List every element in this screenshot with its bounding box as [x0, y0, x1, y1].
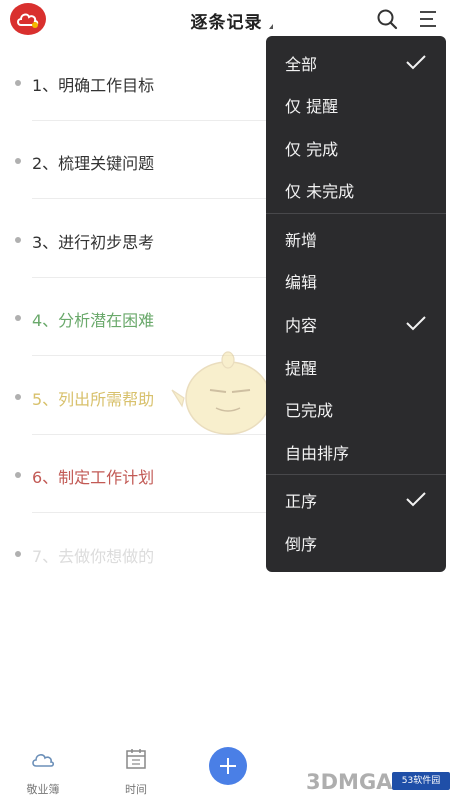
title-dropdown-caret-icon[interactable] — [269, 24, 273, 29]
menu-item-reminder[interactable]: 提醒 — [266, 346, 446, 386]
divider — [32, 277, 272, 278]
bullet-icon — [15, 80, 21, 86]
menu-item-label: 自由排序 — [285, 444, 350, 463]
mascot-watermark-icon — [171, 351, 271, 435]
bullet-icon — [15, 158, 21, 164]
list-item-text: 6、制定工作计划 — [32, 468, 155, 487]
nav-label: 敬业簿 — [26, 783, 60, 796]
cloud-icon — [32, 754, 55, 767]
menu-item-label: 正序 — [285, 492, 318, 511]
divider — [32, 120, 272, 121]
check-icon — [406, 492, 426, 507]
check-icon — [406, 55, 426, 70]
list-item-text: 5、列出所需帮助 — [32, 390, 155, 409]
bullet-icon — [15, 315, 21, 321]
menu-item-label: 倒序 — [285, 535, 318, 554]
menu-item-label: 编辑 — [285, 273, 318, 292]
menu-item-completed[interactable]: 已完成 — [266, 388, 446, 428]
list-item-text: 2、梳理关键问题 — [32, 154, 155, 173]
add-button[interactable] — [209, 747, 247, 785]
menu-separator — [266, 474, 446, 475]
menu-item-reminder-only[interactable]: 仅 提醒 — [266, 84, 446, 124]
menu-item-free-sort[interactable]: 自由排序 — [266, 431, 446, 471]
menu-item-label: 仅 未完成 — [285, 182, 355, 201]
bullet-icon — [15, 237, 21, 243]
menu-item-ascending[interactable]: 正序 — [266, 479, 446, 519]
menu-item-descending[interactable]: 倒序 — [266, 522, 446, 562]
watermark-53: 53软件园 — [392, 772, 450, 790]
header: 逐条记录 — [0, 0, 453, 40]
menu-item-edit[interactable]: 编辑 — [266, 260, 446, 300]
check-icon — [406, 316, 426, 331]
menu-item-label: 全部 — [285, 55, 318, 74]
menu-item-label: 仅 完成 — [285, 140, 339, 159]
list-item-text: 3、进行初步思考 — [32, 233, 155, 252]
menu-item-label: 新增 — [285, 231, 318, 250]
divider — [32, 198, 272, 199]
list-item-text: 7、去做你想做的 — [32, 547, 155, 566]
bullet-icon — [15, 472, 21, 478]
menu-item-label: 提醒 — [285, 359, 318, 378]
menu-item-label: 已完成 — [285, 401, 334, 420]
bullet-icon — [15, 551, 21, 557]
menu-item-undone-only[interactable]: 仅 未完成 — [266, 169, 446, 209]
menu-separator — [266, 213, 446, 214]
menu-item-content[interactable]: 内容 — [266, 303, 446, 343]
search-icon[interactable] — [376, 8, 398, 30]
bullet-icon — [15, 394, 21, 400]
list-item-text: 1、明确工作目标 — [32, 76, 155, 95]
menu-item-label: 内容 — [285, 316, 318, 335]
divider — [32, 512, 272, 513]
menu-item-done-only[interactable]: 仅 完成 — [266, 127, 446, 167]
nav-label: 时间 — [125, 783, 147, 796]
plus-icon — [227, 758, 229, 774]
filter-dropdown-menu: 全部 仅 提醒 仅 完成 仅 未完成 新增 编辑 内容 提醒 已完成 自由排序 … — [266, 36, 446, 572]
menu-item-new[interactable]: 新增 — [266, 218, 446, 258]
calendar-icon — [126, 749, 146, 769]
nav-item-notebook[interactable]: 敬业簿 — [18, 746, 68, 796]
list-item-text: 4、分析潜在困难 — [32, 311, 155, 330]
nav-item-time[interactable]: 时间 — [111, 746, 161, 796]
menu-icon[interactable] — [418, 9, 438, 29]
menu-item-label: 仅 提醒 — [285, 97, 339, 116]
menu-item-all[interactable]: 全部 — [266, 42, 446, 82]
